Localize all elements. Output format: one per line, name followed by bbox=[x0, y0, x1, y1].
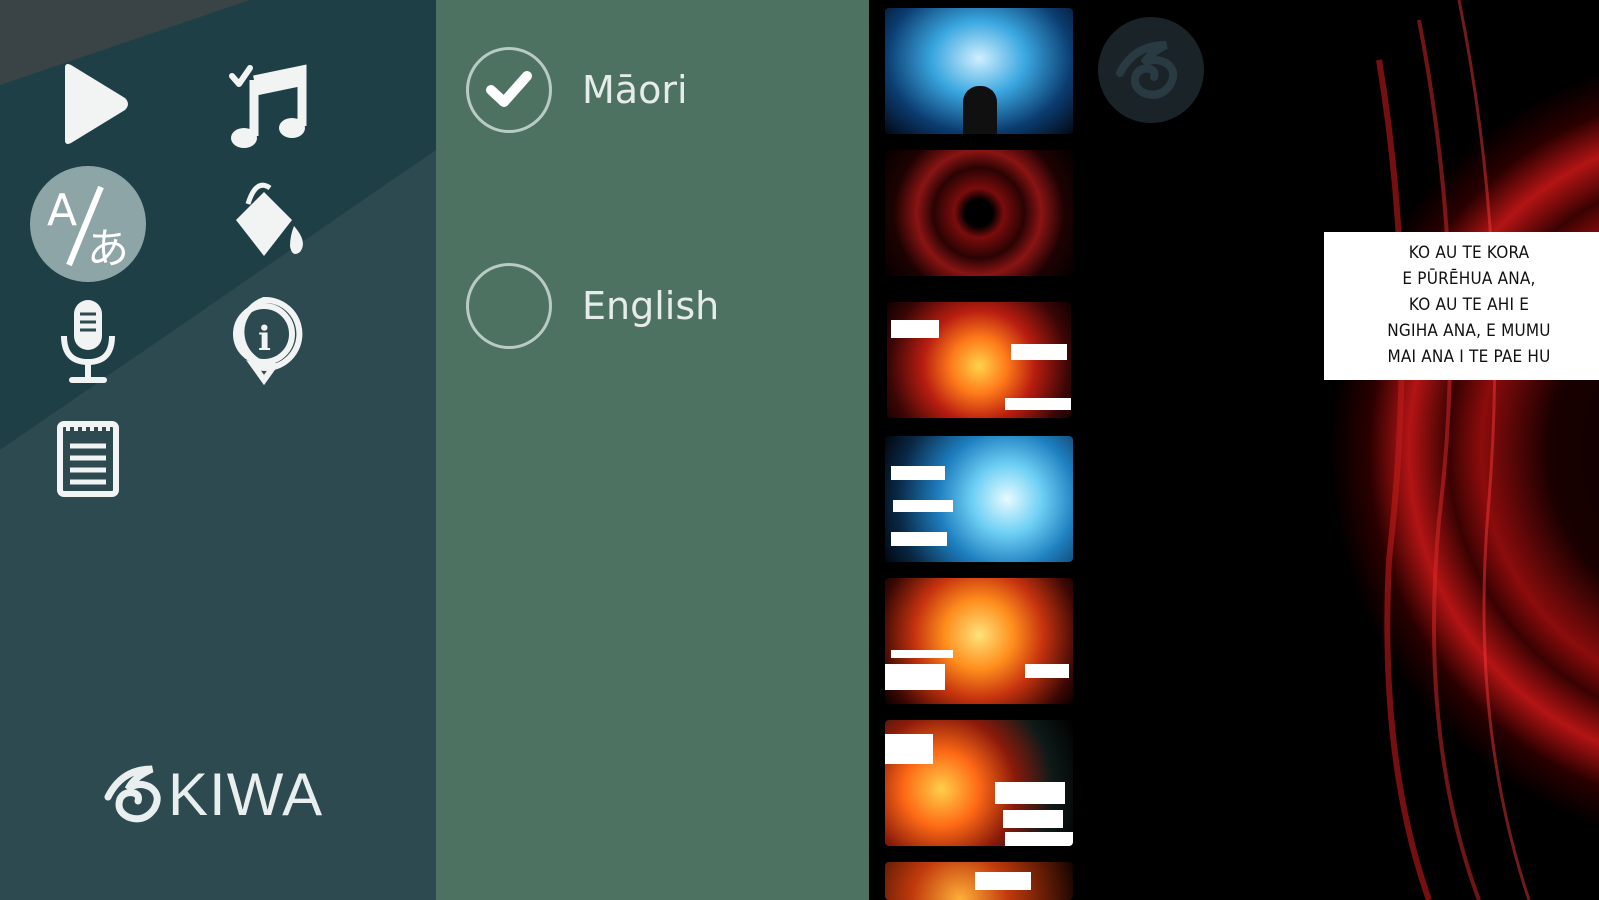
language-label: Māori bbox=[582, 68, 688, 112]
language-option-maori[interactable]: Māori bbox=[466, 44, 688, 136]
kiwa-logo: KIWA bbox=[104, 760, 323, 830]
record-button[interactable] bbox=[28, 278, 148, 398]
info-icon: i bbox=[233, 296, 303, 386]
play-button[interactable] bbox=[30, 44, 150, 164]
play-icon bbox=[65, 64, 128, 144]
speech-line: MAI ANA I TE PAE HU bbox=[1387, 347, 1551, 367]
page-thumbnail[interactable] bbox=[887, 302, 1071, 418]
page-thumbnail[interactable] bbox=[885, 8, 1073, 134]
language-option-english[interactable]: English bbox=[466, 260, 719, 352]
page-thumbnail[interactable] bbox=[885, 150, 1073, 276]
music-icon bbox=[229, 64, 307, 148]
speech-line: E PŪRĒHUA ANA, bbox=[1402, 269, 1536, 289]
eye-swirl-icon bbox=[1116, 41, 1178, 99]
translate-icon: A あ bbox=[30, 166, 146, 282]
speech-line: NGIHA ANA, E MUMU bbox=[1387, 321, 1551, 341]
svg-text:A: A bbox=[47, 185, 77, 236]
music-button[interactable] bbox=[204, 44, 324, 164]
speech-line: KO AU TE KORA bbox=[1408, 243, 1530, 263]
toggle-text-button[interactable] bbox=[1098, 17, 1204, 123]
menu-panel: A あ i KIWA bbox=[0, 0, 436, 900]
notes-button[interactable] bbox=[28, 394, 148, 514]
radio-unchecked[interactable] bbox=[466, 263, 552, 349]
speech-bubble: KO AU TE KORA E PŪRĒHUA ANA, KO AU TE AH… bbox=[1324, 232, 1599, 380]
paint-button[interactable] bbox=[204, 164, 324, 284]
language-label: English bbox=[582, 284, 720, 328]
svg-text:あ: あ bbox=[87, 224, 129, 273]
page-thumbnail[interactable] bbox=[885, 720, 1073, 846]
language-panel: Māori English bbox=[436, 0, 869, 900]
page-thumbnail-strip bbox=[869, 0, 1089, 900]
page-thumbnail[interactable] bbox=[885, 862, 1073, 900]
kiwa-swirl-icon bbox=[104, 765, 161, 823]
svg-text:i: i bbox=[258, 319, 271, 359]
page-thumbnail[interactable] bbox=[885, 436, 1073, 562]
comic-page-art bbox=[1089, 0, 1599, 900]
page-thumbnail[interactable] bbox=[885, 578, 1073, 704]
comic-page-view[interactable] bbox=[1089, 0, 1599, 900]
paint-bucket-icon bbox=[236, 182, 303, 256]
check-icon bbox=[486, 71, 532, 107]
logo-text: KIWA bbox=[168, 761, 324, 828]
info-button[interactable]: i bbox=[204, 278, 324, 398]
language-button[interactable]: A あ bbox=[28, 164, 148, 284]
speech-line: KO AU TE AHI E bbox=[1408, 295, 1530, 315]
radio-checked[interactable] bbox=[466, 47, 552, 133]
notepad-icon bbox=[57, 421, 119, 497]
microphone-icon bbox=[61, 300, 115, 383]
